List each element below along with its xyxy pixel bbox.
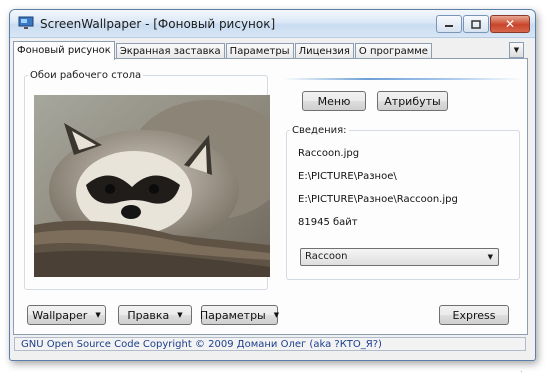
chevron-down-icon: ▼: [487, 253, 493, 261]
wallpaper-select[interactable]: Raccoon ▼: [300, 248, 499, 266]
wallpaper-menu-button[interactable]: Wallpaper ▼: [27, 305, 106, 325]
express-button[interactable]: Express: [439, 305, 509, 325]
title-bar[interactable]: ScreenWallpaper - [Фоновый рисунок] ✕: [10, 10, 535, 38]
info-group-label: Сведения:: [292, 125, 347, 136]
status-bar: GNU Open Source Code Copyright © 2009 До…: [14, 337, 526, 351]
file-size: 81945 байт: [298, 217, 358, 228]
corner-mark: .: [520, 365, 523, 374]
monitor-icon: [18, 16, 34, 29]
wallpaper-select-value: Raccoon: [305, 251, 348, 262]
wallpaper-group: Обои рабочего стола: [24, 70, 270, 290]
menu-button-label: Меню: [317, 94, 351, 108]
minimize-icon: [445, 25, 453, 27]
express-button-label: Express: [452, 308, 496, 322]
raccoon-photo: [34, 95, 270, 277]
tab-wallpaper[interactable]: Фоновый рисунок: [13, 41, 115, 60]
chevron-down-icon: ▼: [513, 46, 520, 54]
edit-menu-button[interactable]: Правка ▼: [118, 305, 192, 325]
file-name: Raccoon.jpg: [298, 148, 360, 159]
wallpaper-tab-page: Обои рабочего стола Меню Атрибуты Сведен…: [13, 58, 528, 335]
maximize-icon: [471, 19, 481, 29]
full-path: E:\PICTURE\Разное\Raccoon.jpg: [298, 194, 458, 205]
edit-button-label: Правка: [127, 308, 170, 322]
attributes-button-label: Атрибуты: [384, 94, 441, 108]
app-window: ScreenWallpaper - [Фоновый рисунок] ✕ Фо…: [9, 9, 536, 361]
chevron-down-icon: ▼: [273, 311, 280, 319]
minimize-button[interactable]: [436, 15, 462, 33]
params-menu-button[interactable]: Параметры ▼: [199, 305, 280, 325]
decorative-separator: [284, 78, 522, 80]
tab-scroll-button[interactable]: ▼: [509, 42, 524, 58]
wallpaper-button-label: Wallpaper: [32, 308, 88, 322]
wallpaper-group-label: Обои рабочего стола: [30, 70, 142, 81]
info-group: Сведения: Raccoon.jpg E:\PICTURE\Разное\…: [286, 125, 520, 280]
folder-path: E:\PICTURE\Разное\: [298, 171, 397, 182]
chevron-down-icon: ▼: [95, 311, 101, 319]
attributes-button[interactable]: Атрибуты: [377, 91, 448, 111]
menu-button[interactable]: Меню: [302, 91, 366, 111]
maximize-button[interactable]: [463, 15, 489, 33]
close-icon: ✕: [504, 17, 516, 31]
params-button-label: Параметры: [199, 308, 266, 322]
tab-strip: Фоновый рисунок Экранная заставка Параме…: [13, 41, 433, 60]
close-button[interactable]: ✕: [490, 15, 530, 33]
chevron-down-icon: ▼: [177, 311, 183, 319]
window-title: ScreenWallpaper - [Фоновый рисунок]: [40, 17, 276, 31]
